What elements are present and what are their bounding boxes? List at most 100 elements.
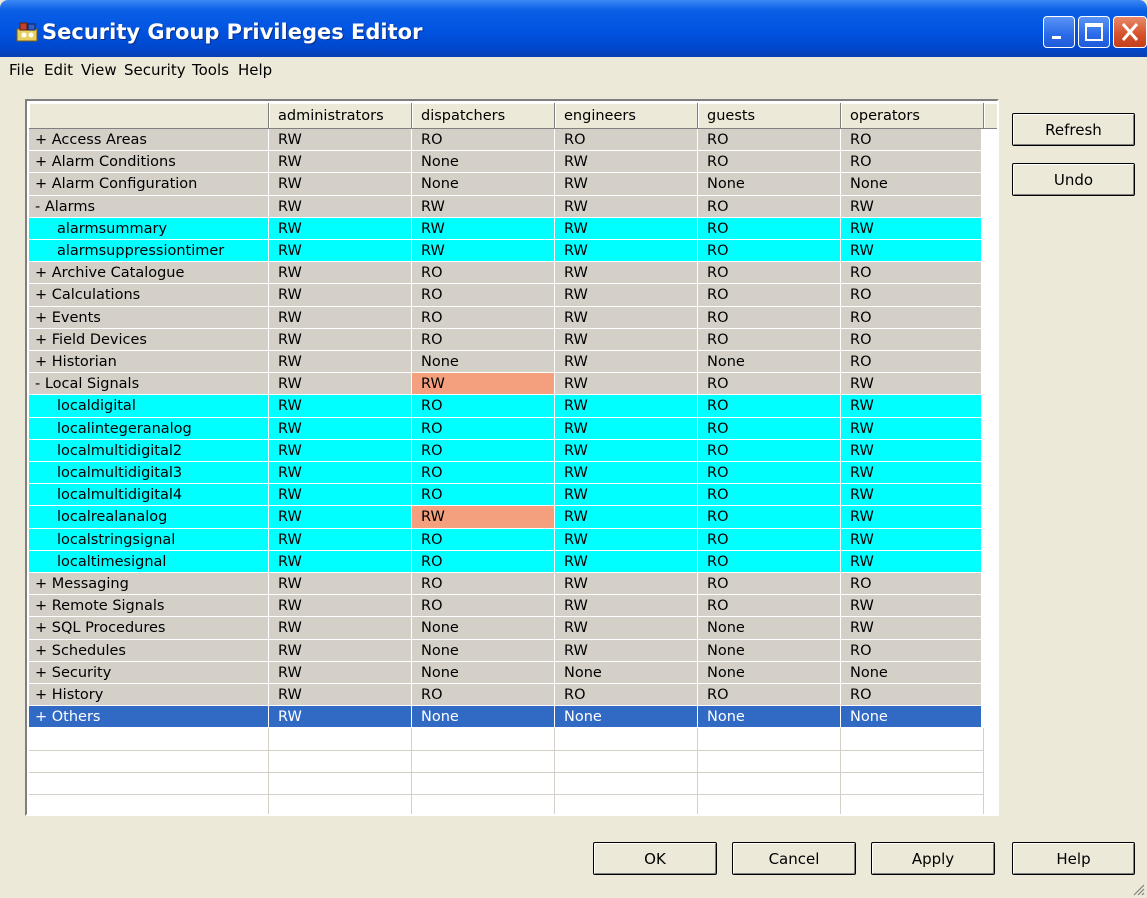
privilege-cell-dispatchers[interactable]: RO bbox=[412, 417, 555, 440]
privilege-cell-operators[interactable]: RW bbox=[841, 595, 984, 618]
privilege-cell-guests[interactable]: RO bbox=[698, 439, 841, 462]
table-row[interactable]: localmultidigital2 RW RO RW RO RW bbox=[29, 439, 984, 462]
row-label[interactable]: + Alarm Configuration bbox=[29, 173, 269, 196]
privilege-cell-dispatchers[interactable]: RO bbox=[412, 550, 555, 573]
row-label[interactable]: localstringsignal bbox=[29, 528, 269, 551]
column-header-dispatchers[interactable]: dispatchers bbox=[412, 103, 555, 129]
privilege-cell-guests[interactable]: RO bbox=[698, 395, 841, 418]
privilege-cell-operators[interactable]: RW bbox=[841, 439, 984, 462]
privilege-cell-operators[interactable]: RW bbox=[841, 395, 984, 418]
menu-file[interactable]: File bbox=[9, 61, 34, 79]
privilege-cell-guests[interactable]: None bbox=[698, 617, 841, 640]
privilege-cell-operators[interactable]: RO bbox=[841, 328, 984, 351]
row-label[interactable]: localdigital bbox=[29, 395, 269, 418]
privilege-cell-administrators[interactable]: RW bbox=[269, 462, 412, 485]
column-header-administrators[interactable]: administrators bbox=[269, 103, 412, 129]
row-label[interactable]: + Access Areas bbox=[29, 129, 269, 152]
privilege-cell-administrators[interactable]: RW bbox=[269, 328, 412, 351]
privilege-cell-administrators[interactable]: RW bbox=[269, 439, 412, 462]
privilege-cell-operators[interactable]: RO bbox=[841, 262, 984, 285]
privilege-cell-dispatchers[interactable]: RO bbox=[412, 462, 555, 485]
privilege-cell-administrators[interactable]: RW bbox=[269, 373, 412, 396]
privilege-cell-guests[interactable]: RO bbox=[698, 195, 841, 218]
table-row[interactable]: alarmsummary RW RW RW RO RW bbox=[29, 217, 984, 240]
row-label[interactable]: alarmsummary bbox=[29, 217, 269, 240]
privilege-cell-administrators[interactable]: RW bbox=[269, 506, 412, 529]
privilege-cell-dispatchers[interactable]: RW bbox=[412, 195, 555, 218]
column-header-engineers[interactable]: engineers bbox=[555, 103, 698, 129]
table-row[interactable]: localdigital RW RO RW RO RW bbox=[29, 395, 984, 418]
privilege-cell-engineers[interactable]: RW bbox=[555, 395, 698, 418]
menu-view[interactable]: View bbox=[81, 61, 117, 79]
privilege-cell-guests[interactable]: RO bbox=[698, 528, 841, 551]
privilege-cell-engineers[interactable]: None bbox=[555, 661, 698, 684]
privilege-cell-engineers[interactable]: RW bbox=[555, 484, 698, 507]
privilege-cell-engineers[interactable]: RW bbox=[555, 439, 698, 462]
row-label[interactable]: localtimesignal bbox=[29, 550, 269, 573]
privilege-cell-administrators[interactable]: RW bbox=[269, 706, 412, 729]
privilege-cell-administrators[interactable]: RW bbox=[269, 173, 412, 196]
row-label[interactable]: localmultidigital4 bbox=[29, 484, 269, 507]
table-row[interactable]: + History RW RO RO RO RO bbox=[29, 684, 984, 707]
privilege-cell-engineers[interactable]: RW bbox=[555, 173, 698, 196]
privilege-cell-operators[interactable]: RW bbox=[841, 240, 984, 263]
privilege-cell-guests[interactable]: RO bbox=[698, 684, 841, 707]
privilege-cell-operators[interactable]: RO bbox=[841, 306, 984, 329]
privilege-cell-operators[interactable]: RO bbox=[841, 351, 984, 374]
ok-button[interactable]: OK bbox=[593, 842, 717, 875]
privilege-cell-operators[interactable]: RO bbox=[841, 284, 984, 307]
privilege-cell-operators[interactable]: RO bbox=[841, 684, 984, 707]
privilege-cell-administrators[interactable]: RW bbox=[269, 395, 412, 418]
apply-button[interactable]: Apply bbox=[871, 842, 995, 875]
privilege-cell-dispatchers[interactable]: RW bbox=[412, 506, 555, 529]
row-label[interactable]: + Remote Signals bbox=[29, 595, 269, 618]
privilege-cell-administrators[interactable]: RW bbox=[269, 550, 412, 573]
row-label[interactable]: + Others bbox=[29, 706, 269, 729]
privilege-cell-operators[interactable]: None bbox=[841, 706, 984, 729]
privilege-cell-operators[interactable]: None bbox=[841, 173, 984, 196]
privilege-cell-guests[interactable]: RO bbox=[698, 484, 841, 507]
privilege-cell-operators[interactable]: RW bbox=[841, 506, 984, 529]
privilege-cell-engineers[interactable]: RW bbox=[555, 195, 698, 218]
privilege-cell-dispatchers[interactable]: RO bbox=[412, 306, 555, 329]
privilege-cell-guests[interactable]: None bbox=[698, 661, 841, 684]
privilege-cell-guests[interactable]: None bbox=[698, 706, 841, 729]
privilege-cell-engineers[interactable]: RW bbox=[555, 240, 698, 263]
privilege-cell-guests[interactable]: RO bbox=[698, 284, 841, 307]
privilege-cell-administrators[interactable]: RW bbox=[269, 217, 412, 240]
table-row[interactable]: - Local Signals RW RW RW RO RW bbox=[29, 373, 984, 396]
privilege-cell-administrators[interactable]: RW bbox=[269, 639, 412, 662]
privilege-cell-administrators[interactable]: RW bbox=[269, 661, 412, 684]
privilege-cell-engineers[interactable]: RW bbox=[555, 573, 698, 596]
privilege-cell-guests[interactable]: RO bbox=[698, 462, 841, 485]
privilege-cell-engineers[interactable]: RO bbox=[555, 684, 698, 707]
row-label[interactable]: localrealanalog bbox=[29, 506, 269, 529]
table-row[interactable]: localmultidigital4 RW RO RW RO RW bbox=[29, 484, 984, 507]
privilege-cell-engineers[interactable]: RW bbox=[555, 306, 698, 329]
privilege-cell-administrators[interactable]: RW bbox=[269, 617, 412, 640]
privilege-cell-operators[interactable]: RO bbox=[841, 573, 984, 596]
privilege-cell-operators[interactable]: RO bbox=[841, 129, 984, 152]
table-row[interactable]: + Security RW None None None None bbox=[29, 661, 984, 684]
privilege-cell-guests[interactable]: RO bbox=[698, 151, 841, 174]
privilege-cell-operators[interactable]: RW bbox=[841, 484, 984, 507]
privilege-cell-guests[interactable]: None bbox=[698, 173, 841, 196]
privilege-cell-administrators[interactable]: RW bbox=[269, 528, 412, 551]
privilege-cell-guests[interactable]: RO bbox=[698, 129, 841, 152]
privilege-cell-engineers[interactable]: RW bbox=[555, 528, 698, 551]
row-label[interactable]: alarmsuppressiontimer bbox=[29, 240, 269, 263]
table-row[interactable]: + Alarm Conditions RW None RW RO RO bbox=[29, 151, 984, 174]
help-button[interactable]: Help bbox=[1012, 842, 1135, 875]
row-label[interactable]: - Alarms bbox=[29, 195, 269, 218]
privilege-cell-administrators[interactable]: RW bbox=[269, 417, 412, 440]
privilege-cell-operators[interactable]: RO bbox=[841, 151, 984, 174]
table-row[interactable]: - Alarms RW RW RW RO RW bbox=[29, 195, 984, 218]
resize-grip-icon[interactable] bbox=[1131, 882, 1145, 896]
privilege-cell-operators[interactable]: RW bbox=[841, 417, 984, 440]
privilege-cell-guests[interactable]: RO bbox=[698, 506, 841, 529]
privilege-cell-dispatchers[interactable]: RO bbox=[412, 595, 555, 618]
privilege-cell-administrators[interactable]: RW bbox=[269, 351, 412, 374]
row-label[interactable]: localmultidigital2 bbox=[29, 439, 269, 462]
privilege-cell-engineers[interactable]: RW bbox=[555, 328, 698, 351]
table-row[interactable]: localintegeranalog RW RO RW RO RW bbox=[29, 417, 984, 440]
